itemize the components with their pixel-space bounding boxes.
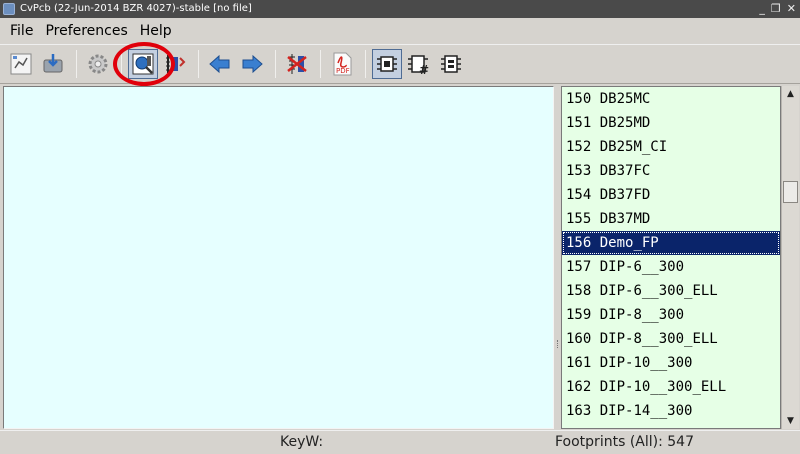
footprint-name: DB37FC <box>599 163 651 179</box>
display-footprint-icon <box>132 53 154 75</box>
window-title: CvPcb (22-Jun-2014 BZR 4027)-stable [no … <box>20 3 252 14</box>
footprint-list-item[interactable]: 163 DIP-14__300 <box>562 399 780 423</box>
pdf-datasheet-button[interactable]: PDF <box>327 49 357 79</box>
footprint-list-item[interactable]: 160 DIP-8__300_ELL <box>562 327 780 351</box>
scroll-down-arrow-icon[interactable]: ▼ <box>782 413 799 429</box>
svg-text:#: # <box>419 63 429 77</box>
footprint-index: 153 <box>566 163 592 179</box>
footprint-name: DIP-6__300_ELL <box>599 283 718 299</box>
footprint-index: 158 <box>566 283 592 299</box>
footprint-name: DB37FD <box>599 187 651 203</box>
footprint-list-item[interactable]: 153 DB37FC <box>562 159 780 183</box>
footprints-list-panel[interactable]: 150 DB25MC 151 DB25MD 152 DB25M_CI 153 DB37… <box>561 86 781 429</box>
next-button[interactable] <box>237 49 267 79</box>
splitter-grip-icon <box>557 340 559 348</box>
footprint-index: 157 <box>566 259 592 275</box>
minimize-icon[interactable]: _ <box>759 0 765 18</box>
app-icon <box>3 3 15 15</box>
filter-by-library-icon <box>441 55 461 73</box>
footprint-index: 151 <box>566 115 592 131</box>
toolbar-separator <box>76 50 77 78</box>
next-arrow-icon <box>242 54 263 74</box>
footprint-list-item[interactable]: 161 DIP-10__300 <box>562 351 780 375</box>
footprint-name: DB25MC <box>599 91 651 107</box>
menu-preferences[interactable]: Preferences <box>39 23 133 39</box>
footprint-name: DIP-8__300_ELL <box>599 331 718 347</box>
window-titlebar[interactable]: CvPcb (22-Jun-2014 BZR 4027)-stable [no … <box>0 0 800 18</box>
toolbar-separator <box>198 50 199 78</box>
footprint-index: 150 <box>566 91 592 107</box>
filter-by-keyword-icon <box>377 56 397 72</box>
toolbar-separator <box>275 50 276 78</box>
footprint-index: 161 <box>566 355 592 371</box>
footprint-count-status: Footprints (All): 547 <box>555 434 694 450</box>
footprint-index: 163 <box>566 403 592 419</box>
footprint-name: DIP-8__300 <box>599 307 685 323</box>
footprint-list-item[interactable]: 154 DB37FD <box>562 183 780 207</box>
footprint-name: DIP-6__300 <box>599 259 685 275</box>
footprint-name: DIP-10__300 <box>599 355 693 371</box>
footprint-list-item[interactable]: 159 DIP-8__300 <box>562 303 780 327</box>
restore-icon[interactable]: ❐ <box>771 0 781 18</box>
footprint-name: Demo_FP <box>599 235 659 251</box>
footprint-list-item[interactable]: 157 DIP-6__300 <box>562 255 780 279</box>
footprint-list-item[interactable]: 162 DIP-10__300_ELL <box>562 375 780 399</box>
footprint-name: DB37MD <box>599 211 651 227</box>
components-list-panel[interactable] <box>3 86 554 429</box>
footprint-index: 162 <box>566 379 592 395</box>
menu-bar: File Preferences Help <box>0 18 800 44</box>
footprint-list-item[interactable]: 156 Demo_FP <box>562 231 780 255</box>
close-icon[interactable]: ✕ <box>787 0 796 18</box>
footprint-list-item[interactable]: 151 DB25MD <box>562 111 780 135</box>
footprint-index: 160 <box>566 331 592 347</box>
delete-associations-button[interactable] <box>282 49 312 79</box>
footprint-index: 154 <box>566 187 592 203</box>
main-toolbar: PDF # <box>0 44 800 84</box>
svg-text:PDF: PDF <box>336 67 350 75</box>
window-controls: _ ❐ ✕ <box>759 0 796 18</box>
filter-by-keyword-button[interactable] <box>372 49 402 79</box>
footprint-index: 156 <box>566 235 592 251</box>
settings-button[interactable] <box>83 49 113 79</box>
footprint-index: 152 <box>566 139 592 155</box>
footprint-index: 159 <box>566 307 592 323</box>
footprints-scrollbar[interactable]: ▲ ▼ <box>781 86 799 429</box>
footprint-index: 155 <box>566 211 592 227</box>
status-bar: KeyW: Footprints (All): 547 <box>0 430 800 454</box>
scroll-up-arrow-icon[interactable]: ▲ <box>782 86 799 102</box>
footprint-list-item[interactable]: 155 DB37MD <box>562 207 780 231</box>
keyword-status: KeyW: <box>280 434 324 450</box>
pdf-datasheet-icon: PDF <box>333 52 352 76</box>
display-footprint-button[interactable] <box>128 49 158 79</box>
filter-by-pin-count-button[interactable]: # <box>404 49 434 79</box>
toolbar-separator <box>121 50 122 78</box>
menu-help[interactable]: Help <box>134 23 178 39</box>
footprint-name: DIP-14__300 <box>599 403 693 419</box>
footprint-list-item[interactable]: 152 DB25M_CI <box>562 135 780 159</box>
filter-by-library-button[interactable] <box>436 49 466 79</box>
previous-button[interactable] <box>205 49 235 79</box>
filter-by-pin-count-icon: # <box>408 55 429 77</box>
footprint-list-item[interactable]: 158 DIP-6__300_ELL <box>562 279 780 303</box>
footprint-name: DB25M_CI <box>599 139 668 155</box>
footprint-name: DIP-10__300_ELL <box>599 379 727 395</box>
settings-gear-icon <box>88 54 108 74</box>
toolbar-separator <box>320 50 321 78</box>
toolbar-separator <box>365 50 366 78</box>
previous-arrow-icon <box>209 54 230 74</box>
footprint-name: DB25MD <box>599 115 651 131</box>
save-to-file-button[interactable] <box>38 49 68 79</box>
save-to-file-icon <box>43 54 63 73</box>
save-netlist-icon <box>10 53 32 75</box>
select-component-button[interactable] <box>160 49 190 79</box>
footprint-list-item[interactable]: 150 DB25MC <box>562 87 780 111</box>
save-netlist-button[interactable] <box>6 49 36 79</box>
scrollbar-thumb[interactable] <box>783 181 798 203</box>
delete-associations-icon <box>287 54 307 74</box>
select-component-icon <box>166 55 186 73</box>
menu-file[interactable]: File <box>4 23 39 39</box>
